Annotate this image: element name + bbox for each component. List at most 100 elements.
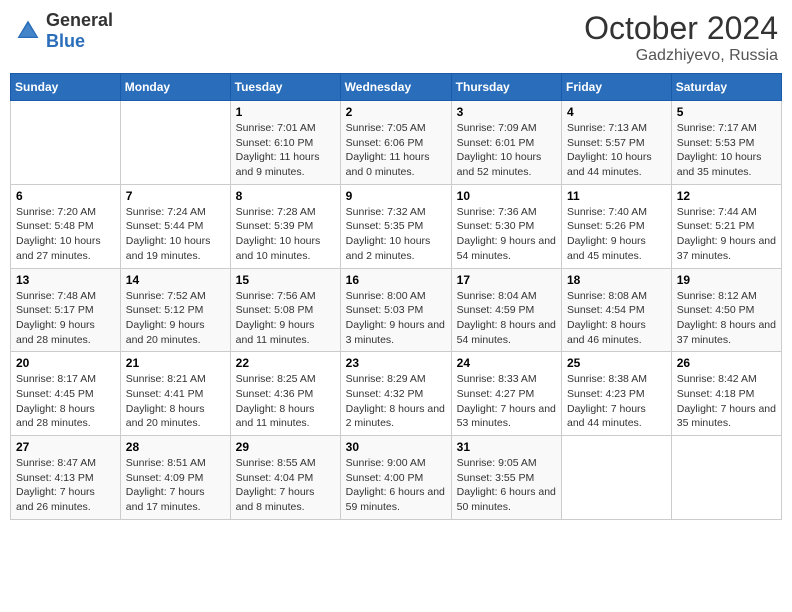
- calendar-cell: 30 Sunrise: 9:00 AM Sunset: 4:00 PM Dayli…: [340, 436, 451, 520]
- day-info: Sunrise: 8:21 AM Sunset: 4:41 PM Dayligh…: [126, 372, 225, 431]
- calendar-cell: 7Sunrise: 7:24 AM Sunset: 5:44 PM Daylig…: [120, 184, 230, 268]
- location-title: Gadzhiyevo, Russia: [584, 47, 778, 65]
- weekday-header-thursday: Thursday: [451, 74, 561, 101]
- day-number: 1: [236, 105, 335, 119]
- calendar-cell: 2Sunrise: 7:05 AM Sunset: 6:06 PM Daylig…: [340, 101, 451, 185]
- calendar-cell: 25Sunrise: 8:38 AM Sunset: 4:23 PM Dayli…: [562, 352, 672, 436]
- day-info: Sunrise: 8:17 AM Sunset: 4:45 PM Dayligh…: [16, 372, 115, 431]
- day-number: 17: [457, 273, 556, 287]
- day-info: Sunrise: 7:56 AM Sunset: 5:08 PM Dayligh…: [236, 289, 335, 348]
- calendar-cell: 29Sunrise: 8:55 AM Sunset: 4:04 PM Dayli…: [230, 436, 340, 520]
- calendar-cell: 9 Sunrise: 7:32 AM Sunset: 5:35 PM Daylig…: [340, 184, 451, 268]
- day-number: 6: [16, 189, 115, 203]
- day-info: Sunrise: 8:47 AM Sunset: 4:13 PM Dayligh…: [16, 456, 115, 515]
- week-row-4: 20 Sunrise: 8:17 AM Sunset: 4:45 PM Dayli…: [11, 352, 782, 436]
- day-number: 20: [16, 356, 115, 370]
- calendar-cell: 1 Sunrise: 7:01 AM Sunset: 6:10 PM Daylig…: [230, 101, 340, 185]
- weekday-header-tuesday: Tuesday: [230, 74, 340, 101]
- calendar-table: SundayMondayTuesdayWednesdayThursdayFrid…: [10, 73, 782, 520]
- day-number: 31: [457, 440, 556, 454]
- calendar-cell: 8Sunrise: 7:28 AM Sunset: 5:39 PM Daylig…: [230, 184, 340, 268]
- calendar-cell: 27 Sunrise: 8:47 AM Sunset: 4:13 PM Dayli…: [11, 436, 121, 520]
- day-number: 19: [677, 273, 776, 287]
- weekday-header-sunday: Sunday: [11, 74, 121, 101]
- day-number: 25: [567, 356, 666, 370]
- day-info: Sunrise: 7:36 AM Sunset: 5:30 PM Dayligh…: [457, 205, 556, 264]
- day-number: 12: [677, 189, 776, 203]
- day-info: Sunrise: 8:33 AM Sunset: 4:27 PM Dayligh…: [457, 372, 556, 431]
- day-number: 28: [126, 440, 225, 454]
- day-info: Sunrise: 7:44 AM Sunset: 5:21 PM Dayligh…: [677, 205, 776, 264]
- weekday-header-friday: Friday: [562, 74, 672, 101]
- calendar-cell: 14 Sunrise: 7:52 AM Sunset: 5:12 PM Dayli…: [120, 268, 230, 352]
- day-info: Sunrise: 8:51 AM Sunset: 4:09 PM Dayligh…: [126, 456, 225, 515]
- day-info: Sunrise: 7:40 AM Sunset: 5:26 PM Dayligh…: [567, 205, 666, 264]
- calendar-cell: 28 Sunrise: 8:51 AM Sunset: 4:09 PM Dayli…: [120, 436, 230, 520]
- logo-general: General: [46, 10, 113, 30]
- day-number: 23: [346, 356, 446, 370]
- day-number: 3: [457, 105, 556, 119]
- day-number: 30: [346, 440, 446, 454]
- day-number: 9: [346, 189, 446, 203]
- day-number: 4: [567, 105, 666, 119]
- day-info: Sunrise: 7:32 AM Sunset: 5:35 PM Dayligh…: [346, 205, 446, 264]
- day-info: Sunrise: 7:52 AM Sunset: 5:12 PM Dayligh…: [126, 289, 225, 348]
- day-number: 7: [126, 189, 225, 203]
- calendar-cell: 31 Sunrise: 9:05 AM Sunset: 3:55 PM Dayli…: [451, 436, 561, 520]
- day-info: Sunrise: 8:00 AM Sunset: 5:03 PM Dayligh…: [346, 289, 446, 348]
- calendar-cell: 21 Sunrise: 8:21 AM Sunset: 4:41 PM Dayli…: [120, 352, 230, 436]
- calendar-cell: 13 Sunrise: 7:48 AM Sunset: 5:17 PM Dayli…: [11, 268, 121, 352]
- calendar-header: SundayMondayTuesdayWednesdayThursdayFrid…: [11, 74, 782, 101]
- day-number: 27: [16, 440, 115, 454]
- day-info: Sunrise: 7:17 AM Sunset: 5:53 PM Dayligh…: [677, 121, 776, 180]
- calendar-cell: 19 Sunrise: 8:12 AM Sunset: 4:50 PM Dayli…: [671, 268, 781, 352]
- day-number: 15: [236, 273, 335, 287]
- logo: General Blue: [14, 10, 113, 52]
- calendar-cell: 15 Sunrise: 7:56 AM Sunset: 5:08 PM Dayli…: [230, 268, 340, 352]
- calendar-cell: 5 Sunrise: 7:17 AM Sunset: 5:53 PM Daylig…: [671, 101, 781, 185]
- logo-blue: Blue: [46, 31, 85, 51]
- page-header: General Blue October 2024 Gadzhiyevo, Ru…: [10, 10, 782, 65]
- day-info: Sunrise: 8:29 AM Sunset: 4:32 PM Dayligh…: [346, 372, 446, 431]
- day-number: 24: [457, 356, 556, 370]
- calendar-cell: 10Sunrise: 7:36 AM Sunset: 5:30 PM Dayli…: [451, 184, 561, 268]
- day-info: Sunrise: 7:13 AM Sunset: 5:57 PM Dayligh…: [567, 121, 666, 180]
- calendar-cell: 18Sunrise: 8:08 AM Sunset: 4:54 PM Dayli…: [562, 268, 672, 352]
- day-info: Sunrise: 7:01 AM Sunset: 6:10 PM Dayligh…: [236, 121, 335, 180]
- calendar-cell: 6 Sunrise: 7:20 AM Sunset: 5:48 PM Daylig…: [11, 184, 121, 268]
- calendar-cell: 4 Sunrise: 7:13 AM Sunset: 5:57 PM Daylig…: [562, 101, 672, 185]
- day-info: Sunrise: 8:25 AM Sunset: 4:36 PM Dayligh…: [236, 372, 335, 431]
- day-number: 16: [346, 273, 446, 287]
- calendar-cell: 17 Sunrise: 8:04 AM Sunset: 4:59 PM Dayli…: [451, 268, 561, 352]
- calendar-cell: [11, 101, 121, 185]
- day-number: 2: [346, 105, 446, 119]
- calendar-body: 1 Sunrise: 7:01 AM Sunset: 6:10 PM Daylig…: [11, 101, 782, 520]
- weekday-header-saturday: Saturday: [671, 74, 781, 101]
- day-info: Sunrise: 9:00 AM Sunset: 4:00 PM Dayligh…: [346, 456, 446, 515]
- day-info: Sunrise: 8:12 AM Sunset: 4:50 PM Dayligh…: [677, 289, 776, 348]
- calendar-cell: 24 Sunrise: 8:33 AM Sunset: 4:27 PM Dayli…: [451, 352, 561, 436]
- title-block: October 2024 Gadzhiyevo, Russia: [584, 10, 778, 65]
- weekday-header-wednesday: Wednesday: [340, 74, 451, 101]
- weekday-row: SundayMondayTuesdayWednesdayThursdayFrid…: [11, 74, 782, 101]
- day-info: Sunrise: 8:04 AM Sunset: 4:59 PM Dayligh…: [457, 289, 556, 348]
- day-number: 14: [126, 273, 225, 287]
- day-number: 13: [16, 273, 115, 287]
- calendar-cell: [562, 436, 672, 520]
- calendar-cell: [671, 436, 781, 520]
- month-title: October 2024: [584, 10, 778, 47]
- day-number: 22: [236, 356, 335, 370]
- day-info: Sunrise: 7:20 AM Sunset: 5:48 PM Dayligh…: [16, 205, 115, 264]
- day-number: 21: [126, 356, 225, 370]
- calendar-cell: 16 Sunrise: 8:00 AM Sunset: 5:03 PM Dayli…: [340, 268, 451, 352]
- day-info: Sunrise: 7:48 AM Sunset: 5:17 PM Dayligh…: [16, 289, 115, 348]
- week-row-5: 27 Sunrise: 8:47 AM Sunset: 4:13 PM Dayli…: [11, 436, 782, 520]
- calendar-cell: 22 Sunrise: 8:25 AM Sunset: 4:36 PM Dayli…: [230, 352, 340, 436]
- day-info: Sunrise: 8:08 AM Sunset: 4:54 PM Dayligh…: [567, 289, 666, 348]
- day-number: 29: [236, 440, 335, 454]
- day-number: 5: [677, 105, 776, 119]
- calendar-cell: 23 Sunrise: 8:29 AM Sunset: 4:32 PM Dayli…: [340, 352, 451, 436]
- day-number: 8: [236, 189, 335, 203]
- day-info: Sunrise: 9:05 AM Sunset: 3:55 PM Dayligh…: [457, 456, 556, 515]
- week-row-1: 1 Sunrise: 7:01 AM Sunset: 6:10 PM Daylig…: [11, 101, 782, 185]
